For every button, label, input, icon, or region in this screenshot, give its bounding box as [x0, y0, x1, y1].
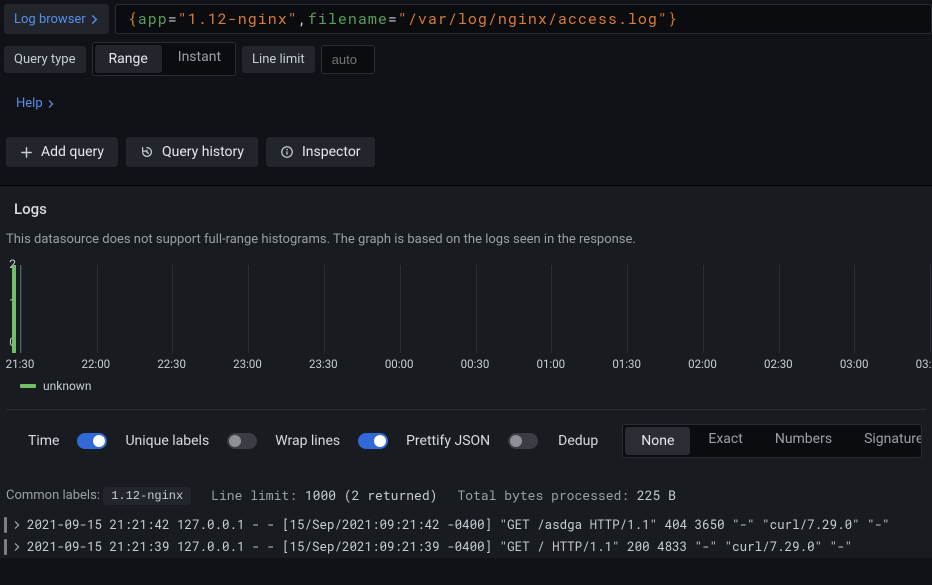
x-tick: 21:30	[6, 357, 35, 371]
query-history-button[interactable]: Query history	[126, 137, 258, 167]
x-tick: 22:00	[82, 357, 111, 371]
chevron-right-icon[interactable]	[13, 517, 21, 533]
unique-labels-toggle-label: Unique labels	[125, 433, 209, 449]
logs-histogram-chart[interactable]: 2 1 0 21:3022:0022:3023:0023:3000:0000:3…	[0, 261, 932, 371]
wrap-lines-toggle-label: Wrap lines	[275, 433, 340, 449]
history-icon	[140, 145, 154, 159]
query-input[interactable]: {app="1.12-nginx",filename="/var/log/ngi…	[115, 4, 932, 34]
histogram-bar[interactable]	[12, 265, 16, 353]
chevron-right-icon	[90, 15, 99, 24]
query-brace-close: }	[668, 9, 678, 29]
line-limit-stat-value: 1000 (2 returned)	[305, 486, 438, 504]
query-type-range[interactable]: Range	[95, 45, 162, 73]
log-browser-label: Log browser	[14, 12, 86, 27]
bytes-processed-value: 225 B	[637, 486, 676, 504]
unique-labels-toggle[interactable]	[227, 433, 257, 449]
add-query-label: Add query	[41, 144, 104, 160]
dedup-signature[interactable]: Signature	[848, 425, 922, 457]
help-label: Help	[16, 96, 43, 111]
log-row[interactable]: 2021-09-15 21:21:42 127.0.0.1 - - [15/Se…	[0, 514, 932, 536]
plus-icon	[20, 146, 33, 159]
inspector-button[interactable]: Inspector	[266, 137, 375, 167]
chart-gridline	[930, 265, 931, 353]
line-limit-label: Line limit	[242, 46, 315, 73]
query-key-filename: filename	[308, 9, 388, 29]
log-row[interactable]: 2021-09-15 21:21:39 127.0.0.1 - - [15/Se…	[0, 536, 932, 558]
histogram-note: This datasource does not support full-ra…	[0, 232, 932, 257]
chart-gridline	[172, 265, 173, 353]
common-label-pill[interactable]: 1.12-nginx	[103, 487, 191, 505]
legend-label: unknown	[43, 379, 91, 393]
dedup-numbers[interactable]: Numbers	[759, 425, 848, 457]
logs-panel-title: Logs	[0, 198, 932, 232]
chart-gridline	[551, 265, 552, 353]
inspector-label: Inspector	[302, 144, 361, 160]
x-tick: 02:30	[764, 357, 793, 371]
log-level-bar-icon	[4, 517, 7, 533]
time-toggle[interactable]	[77, 433, 107, 449]
x-tick: 00:00	[385, 357, 414, 371]
time-toggle-label: Time	[28, 433, 59, 449]
x-tick: 03:30	[916, 357, 932, 371]
x-tick: 01:00	[537, 357, 566, 371]
query-key-app: app	[138, 9, 168, 29]
chart-gridline	[779, 265, 780, 353]
x-tick: 01:30	[612, 357, 641, 371]
common-labels-label: Common labels:	[6, 488, 100, 503]
dedup-group: None Exact Numbers Signature	[622, 424, 922, 458]
prettify-json-toggle-label: Prettify JSON	[406, 433, 490, 449]
query-type-label: Query type	[4, 46, 86, 73]
line-limit-stat-label: Line limit:	[211, 486, 297, 504]
chevron-right-icon[interactable]	[13, 539, 21, 555]
chart-gridline	[248, 265, 249, 353]
help-button[interactable]: Help	[6, 92, 65, 115]
chart-gridline	[400, 265, 401, 353]
chevron-right-icon	[47, 100, 55, 108]
x-tick: 03:00	[840, 357, 869, 371]
query-type-group: Range Instant	[92, 42, 237, 76]
log-text: 2021-09-15 21:21:39 127.0.0.1 - - [15/Se…	[27, 539, 852, 555]
bytes-processed-label: Total bytes processed:	[457, 486, 629, 504]
dedup-exact[interactable]: Exact	[692, 425, 758, 457]
log-level-bar-icon	[4, 539, 7, 555]
dedup-label: Dedup	[558, 433, 598, 449]
chart-gridline	[703, 265, 704, 353]
chart-gridline	[854, 265, 855, 353]
log-browser-button[interactable]: Log browser	[4, 4, 109, 34]
chart-gridline	[97, 265, 98, 353]
log-text: 2021-09-15 21:21:42 127.0.0.1 - - [15/Se…	[27, 517, 890, 533]
wrap-lines-toggle[interactable]	[358, 433, 388, 449]
query-val-filename: "/var/log/nginx/access.log"	[398, 9, 668, 29]
query-history-label: Query history	[162, 144, 244, 160]
x-tick: 22:30	[157, 357, 186, 371]
query-type-instant[interactable]: Instant	[164, 43, 235, 75]
prettify-json-toggle[interactable]	[508, 433, 538, 449]
add-query-button[interactable]: Add query	[6, 137, 118, 167]
query-val-app: "1.12-nginx"	[178, 9, 298, 29]
query-brace-open: {	[128, 9, 138, 29]
x-tick: 23:00	[233, 357, 262, 371]
line-limit-input[interactable]	[321, 45, 375, 74]
dedup-none[interactable]: None	[625, 427, 690, 455]
x-tick: 00:30	[461, 357, 490, 371]
chart-gridline	[476, 265, 477, 353]
chart-gridline	[21, 265, 22, 353]
chart-gridline	[324, 265, 325, 353]
chart-gridline	[627, 265, 628, 353]
x-tick: 23:30	[309, 357, 338, 371]
legend-swatch-icon	[20, 384, 36, 388]
chart-legend[interactable]: unknown	[0, 377, 932, 403]
x-tick: 02:00	[688, 357, 717, 371]
info-icon	[280, 145, 294, 159]
